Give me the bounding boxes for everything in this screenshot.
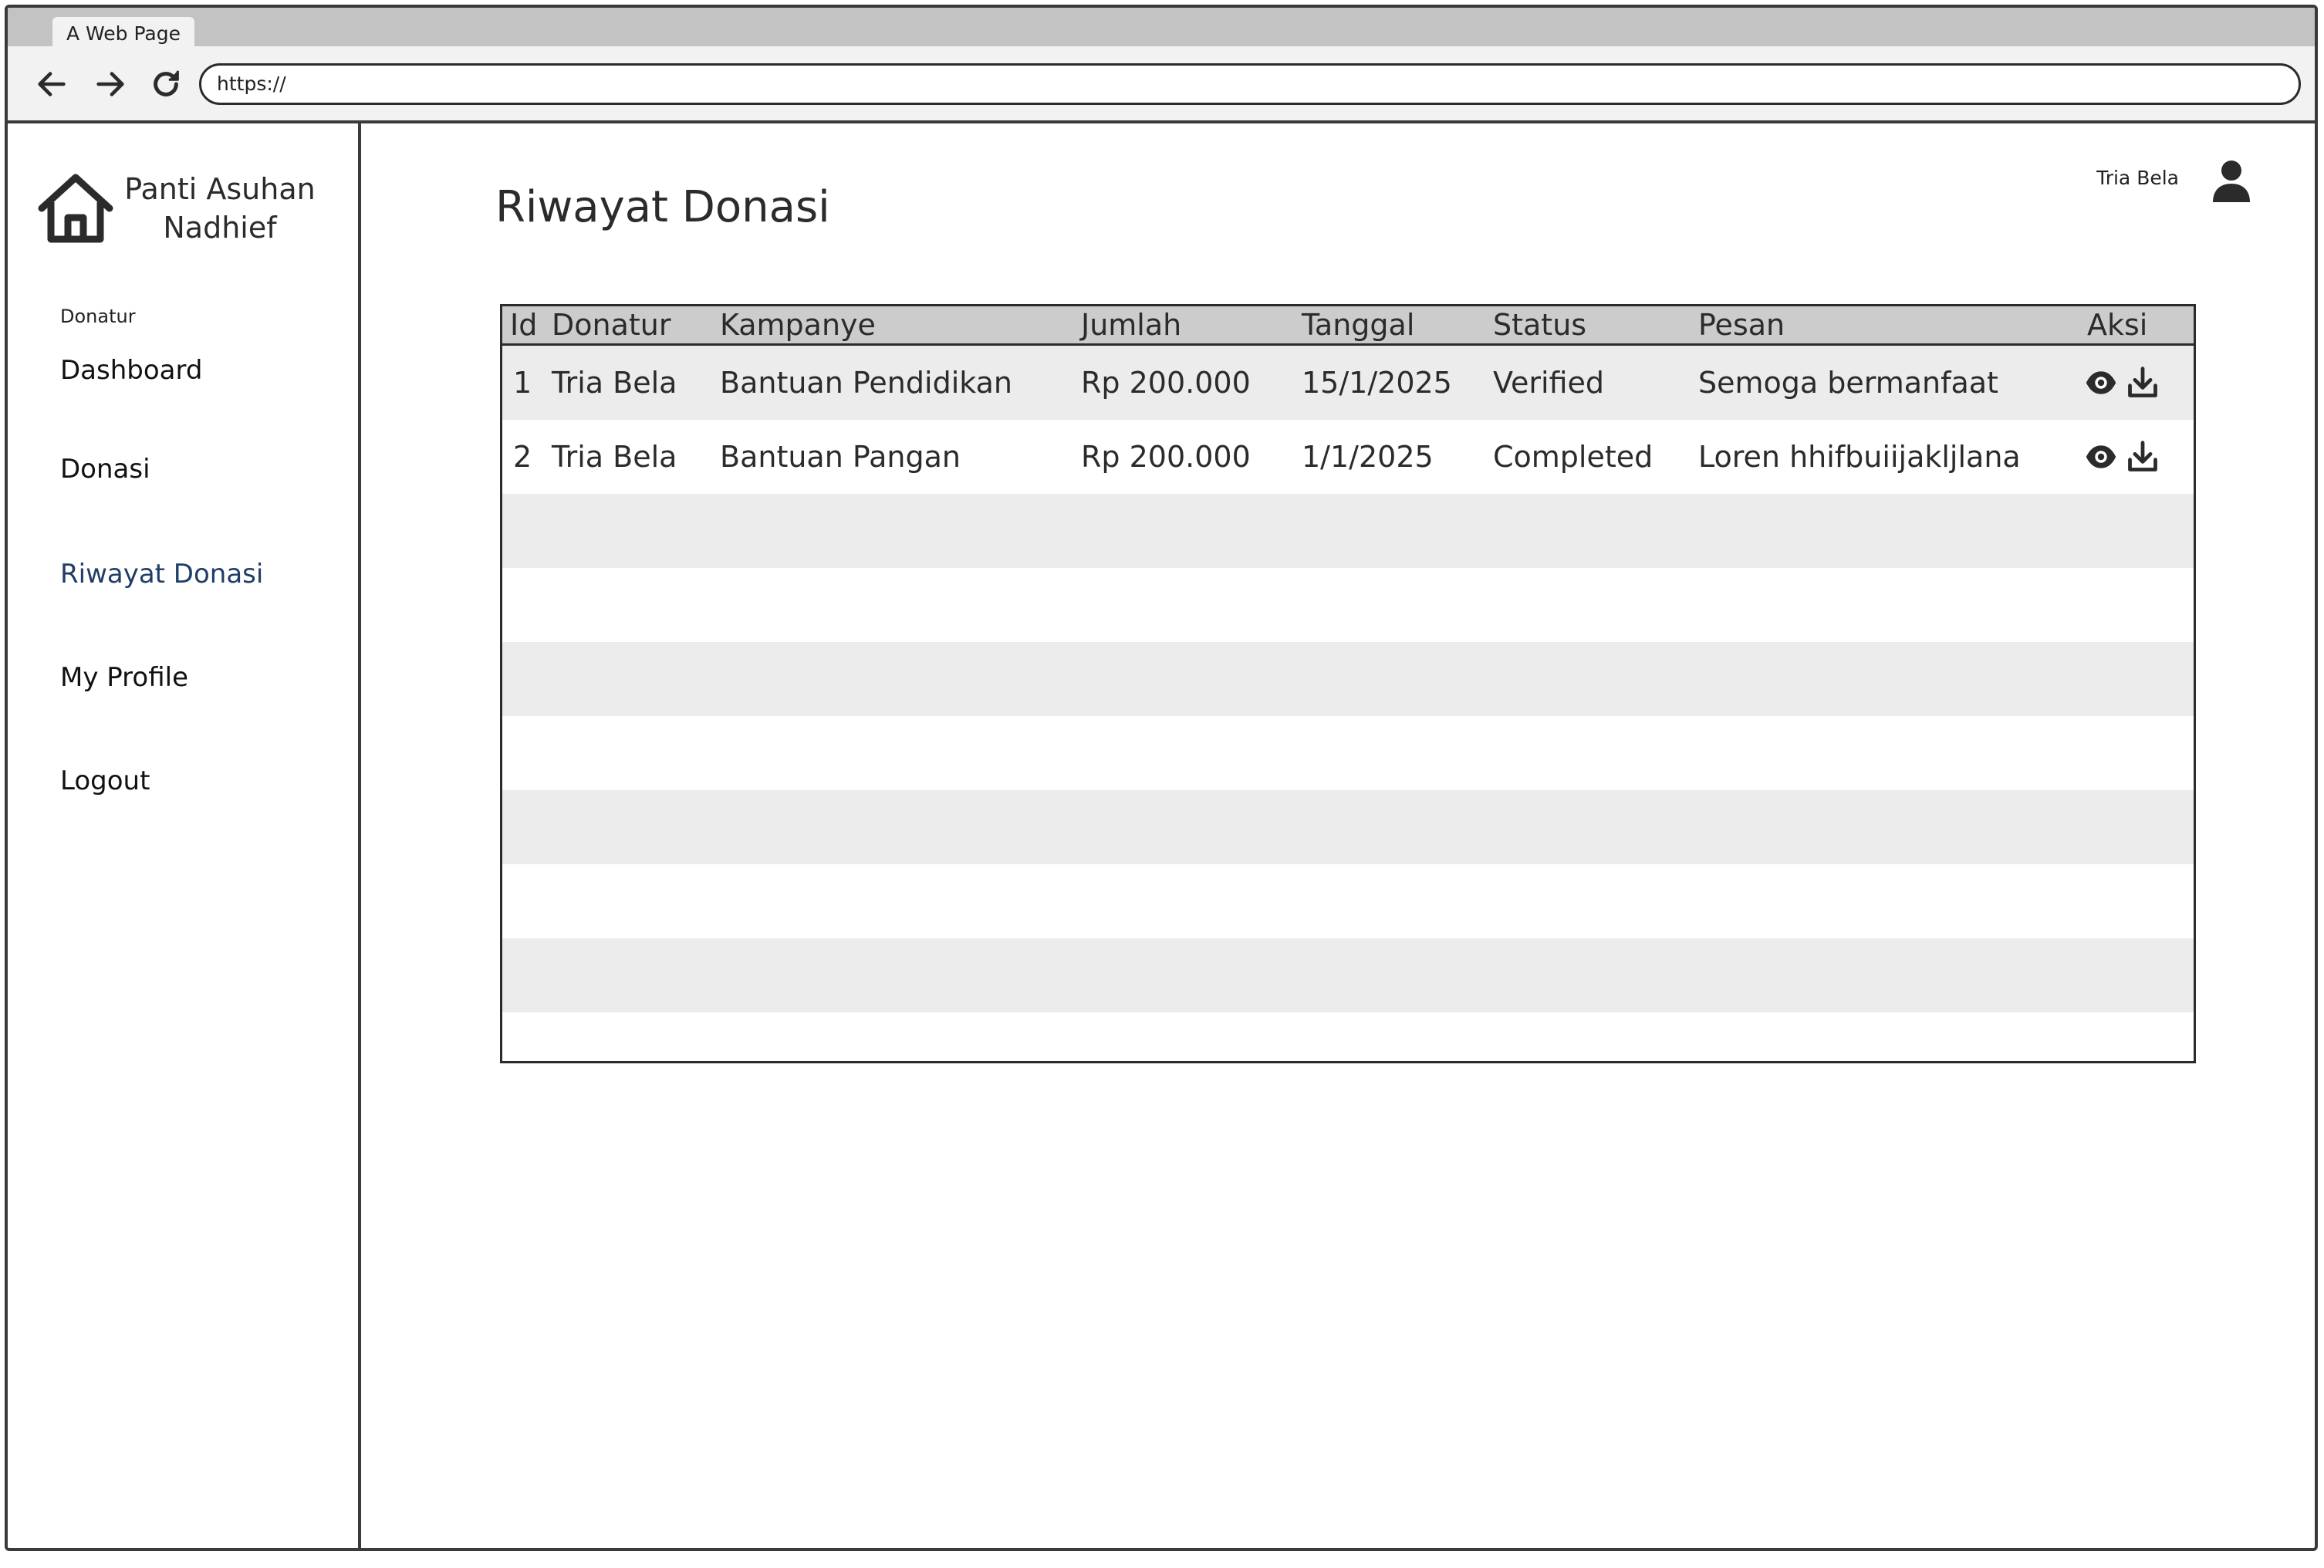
donation-history-table: Id Donatur Kampanye Jumlah Tanggal Statu… — [500, 304, 2196, 1063]
sidebar-item-logout[interactable]: Logout — [60, 765, 150, 796]
home-icon — [38, 174, 113, 243]
table-row-empty — [502, 716, 2194, 790]
page-title: Riwayat Donasi — [495, 182, 830, 232]
view-button[interactable] — [2084, 366, 2118, 400]
sidebar-item-donasi[interactable]: Donasi — [60, 454, 150, 485]
cell-pesan: Semoga bermanfaat — [1698, 366, 1998, 400]
cell-status: Verified — [1493, 366, 1605, 400]
download-button[interactable] — [2126, 366, 2160, 400]
browser-window: A Web Page https:// Panti Asuhan Nadhief… — [5, 5, 2318, 1551]
row-actions — [2084, 440, 2160, 474]
column-header-donatur: Donatur — [552, 308, 671, 342]
cell-donatur: Tria Bela — [552, 440, 677, 474]
cell-tanggal: 15/1/2025 — [1302, 366, 1452, 400]
tab-strip: A Web Page — [8, 8, 2315, 49]
browser-toolbar: https:// — [8, 46, 2315, 123]
sidebar-item-dashboard[interactable]: Dashboard — [60, 355, 202, 386]
column-header-tanggal: Tanggal — [1302, 308, 1415, 342]
column-header-id: Id — [510, 308, 538, 342]
table-row-empty — [502, 790, 2194, 864]
sidebar: Panti Asuhan Nadhief Donatur Dashboard D… — [8, 123, 361, 1548]
sidebar-item-riwayat-donasi[interactable]: Riwayat Donasi — [60, 559, 263, 590]
arrow-right-icon — [96, 72, 124, 96]
column-header-pesan: Pesan — [1698, 308, 1785, 342]
cell-pesan: Loren hhifbuiijakljlana — [1698, 440, 2021, 474]
table-row-empty — [502, 864, 2194, 938]
table-row-empty — [502, 568, 2194, 642]
cell-id: 1 — [513, 366, 532, 400]
row-actions — [2084, 366, 2160, 400]
table-row: 1 Tria Bela Bantuan Pendidikan Rp 200.00… — [502, 346, 2194, 420]
eye-icon — [2086, 371, 2116, 394]
column-header-aksi: Aksi — [2087, 308, 2148, 342]
download-icon — [2128, 367, 2157, 397]
cell-status: Completed — [1493, 440, 1653, 474]
cell-tanggal: 1/1/2025 — [1302, 440, 1434, 474]
user-icon[interactable] — [2211, 159, 2251, 202]
sidebar-item-my-profile[interactable]: My Profile — [60, 662, 188, 693]
main-content: Riwayat Donasi Tria Bela Id Donatur Kamp… — [361, 123, 2315, 1548]
view-button[interactable] — [2084, 440, 2118, 474]
download-button[interactable] — [2126, 440, 2160, 474]
reload-icon — [154, 70, 179, 96]
eye-icon — [2086, 445, 2116, 468]
download-icon — [2128, 441, 2157, 471]
table-row-empty — [502, 494, 2194, 568]
table-header: Id Donatur Kampanye Jumlah Tanggal Statu… — [502, 306, 2194, 346]
table-row-empty — [502, 938, 2194, 1012]
url-bar[interactable]: https:// — [199, 63, 2301, 105]
cell-kampanye: Bantuan Pangan — [720, 440, 961, 474]
cell-id: 2 — [513, 440, 532, 474]
back-button[interactable] — [31, 63, 73, 105]
cell-jumlah: Rp 200.000 — [1081, 440, 1251, 474]
arrow-left-icon — [38, 72, 66, 96]
cell-jumlah: Rp 200.000 — [1081, 366, 1251, 400]
column-header-status: Status — [1493, 308, 1587, 342]
browser-tab[interactable]: A Web Page — [52, 17, 194, 49]
forward-button[interactable] — [90, 63, 131, 105]
column-header-kampanye: Kampanye — [720, 308, 876, 342]
brand-name: Panti Asuhan Nadhief — [124, 172, 316, 245]
table-row: 2 Tria Bela Bantuan Pangan Rp 200.000 1/… — [502, 420, 2194, 494]
cell-kampanye: Bantuan Pendidikan — [720, 366, 1012, 400]
user-name[interactable]: Tria Bela — [2096, 167, 2179, 189]
reload-button[interactable] — [145, 63, 187, 105]
role-label: Donatur — [60, 306, 136, 327]
cell-donatur: Tria Bela — [552, 366, 677, 400]
column-header-jumlah: Jumlah — [1081, 308, 1182, 342]
table-row-empty — [502, 642, 2194, 716]
